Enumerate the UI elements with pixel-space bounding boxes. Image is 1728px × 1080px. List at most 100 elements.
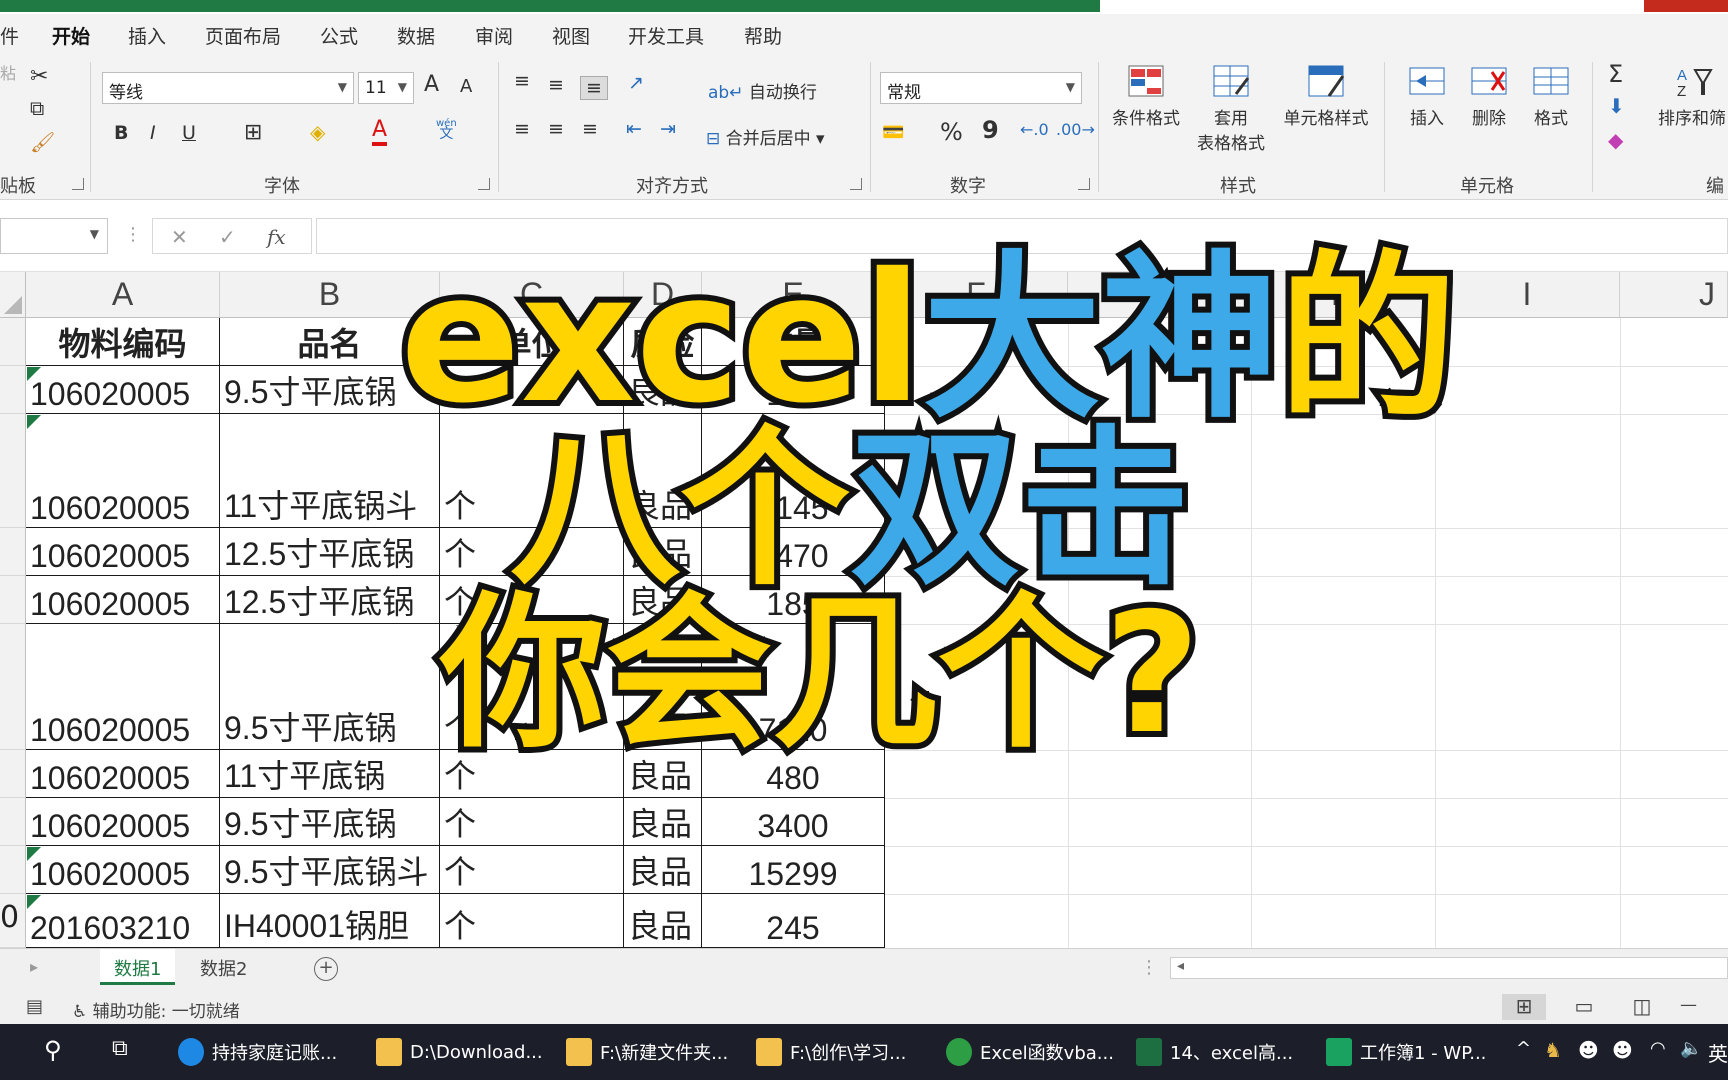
- table-cell[interactable]: 106020005: [26, 846, 220, 894]
- copy-icon[interactable]: ⧉: [30, 96, 44, 120]
- cut-icon[interactable]: ✂: [30, 64, 48, 89]
- row-header[interactable]: [0, 366, 26, 414]
- font-color-icon[interactable]: A: [372, 118, 388, 146]
- scroll-sheets-left-icon[interactable]: ▸: [30, 957, 38, 976]
- table-cell[interactable]: 201603210: [26, 894, 220, 948]
- table-cell[interactable]: 9.5寸平底锅: [220, 798, 440, 846]
- taskbar-item-excel-advanced[interactable]: 14、excel高...: [1136, 1032, 1293, 1072]
- alignment-launcher-icon[interactable]: [850, 178, 862, 190]
- table-cell[interactable]: 106020005: [26, 798, 220, 846]
- increase-decimal-icon[interactable]: ←.0: [1020, 120, 1049, 139]
- table-cell[interactable]: 245: [702, 894, 885, 948]
- cancel-icon[interactable]: ✕: [171, 225, 188, 249]
- clear-icon[interactable]: ◆: [1608, 128, 1623, 152]
- tab-home[interactable]: 开始: [52, 22, 91, 57]
- align-right-icon[interactable]: ≡: [582, 118, 598, 140]
- wifi-icon[interactable]: ◠: [1650, 1038, 1666, 1059]
- search-icon[interactable]: ⚲: [44, 1036, 62, 1064]
- autosum-icon[interactable]: Σ: [1608, 60, 1623, 88]
- table-cell[interactable]: 106020005: [26, 414, 220, 528]
- font-launcher-icon[interactable]: [478, 178, 490, 190]
- table-cell[interactable]: 良品: [624, 894, 702, 948]
- align-middle-icon[interactable]: ≡: [548, 74, 564, 96]
- row-header[interactable]: [0, 318, 26, 366]
- tab-file[interactable]: 件: [0, 22, 19, 49]
- row-header[interactable]: [0, 576, 26, 624]
- table-cell[interactable]: 9.5寸平底锅斗: [220, 846, 440, 894]
- volume-icon[interactable]: 🔈: [1680, 1038, 1702, 1059]
- taskbar-item-wps-workbook[interactable]: 工作簿1 - WP...: [1326, 1032, 1486, 1072]
- close-window-button[interactable]: [1644, 0, 1728, 12]
- zoom-out-button[interactable]: —: [1680, 995, 1697, 1015]
- increase-indent-icon[interactable]: ⇥: [660, 118, 676, 140]
- grow-font-button[interactable]: A: [424, 72, 439, 97]
- row-header[interactable]: [0, 414, 26, 528]
- tab-insert[interactable]: 插入: [128, 22, 166, 49]
- table-cell[interactable]: 良品: [624, 846, 702, 894]
- row-header[interactable]: [0, 846, 26, 894]
- table-cell[interactable]: 106020005: [26, 528, 220, 576]
- qq-icon[interactable]: ☻: [1612, 1038, 1633, 1062]
- header-cell-code[interactable]: 物料编码: [26, 318, 220, 366]
- taskbar-item-folder-download[interactable]: D:\Download...: [376, 1032, 543, 1072]
- decrease-decimal-icon[interactable]: .00→: [1056, 120, 1095, 139]
- name-box[interactable]: ▼: [0, 218, 108, 254]
- normal-view-icon[interactable]: ⊞: [1502, 994, 1546, 1020]
- scroll-left-icon[interactable]: ◂: [1177, 958, 1184, 974]
- row-header[interactable]: [0, 750, 26, 798]
- table-cell[interactable]: 个: [440, 894, 624, 948]
- task-view-icon[interactable]: ⧉: [112, 1036, 128, 1061]
- table-cell[interactable]: 9.5寸平底锅: [220, 624, 440, 750]
- comma-style-button[interactable]: 9: [982, 116, 999, 144]
- currency-icon[interactable]: 💳: [882, 122, 904, 143]
- table-cell[interactable]: 106020005: [26, 750, 220, 798]
- orientation-icon[interactable]: ↗: [628, 72, 644, 94]
- tab-developer[interactable]: 开发工具: [628, 22, 704, 49]
- font-size-select[interactable]: 11 ▼: [358, 72, 414, 104]
- page-break-view-icon[interactable]: ◫: [1620, 994, 1664, 1020]
- row-header[interactable]: [0, 528, 26, 576]
- table-cell[interactable]: 个: [440, 846, 624, 894]
- fill-down-icon[interactable]: ⬇: [1608, 94, 1625, 118]
- table-cell[interactable]: 12.5寸平底锅: [220, 528, 440, 576]
- format-cells-button[interactable]: 格式: [1516, 64, 1586, 129]
- input-method-indicator[interactable]: 英: [1708, 1038, 1728, 1067]
- column-header-a[interactable]: A: [26, 272, 220, 318]
- resize-handle-icon[interactable]: ⋮: [124, 224, 142, 245]
- cell-styles-button[interactable]: 单元格样式: [1278, 64, 1374, 129]
- sheet-tab-2[interactable]: 数据2: [186, 949, 261, 985]
- tab-help[interactable]: 帮助: [744, 22, 782, 49]
- align-center-icon[interactable]: ≡: [548, 118, 564, 140]
- italic-button[interactable]: I: [150, 122, 156, 144]
- borders-icon[interactable]: ⊞: [244, 120, 262, 145]
- taskbar-item-excel-vba[interactable]: Excel函数vba...: [946, 1032, 1114, 1072]
- show-hidden-icons-icon[interactable]: ^: [1516, 1038, 1531, 1059]
- row-header[interactable]: 0: [0, 894, 26, 948]
- number-launcher-icon[interactable]: [1078, 178, 1090, 190]
- align-left-icon[interactable]: ≡: [514, 118, 530, 140]
- tab-view[interactable]: 视图: [552, 22, 590, 49]
- font-name-select[interactable]: 等线 ▼: [102, 72, 354, 104]
- split-handle-icon[interactable]: ⋮: [1140, 957, 1158, 978]
- tab-formulas[interactable]: 公式: [320, 22, 358, 49]
- merge-center-button[interactable]: ⊟ 合并后居中 ▾: [706, 124, 825, 149]
- horizontal-scrollbar[interactable]: ◂: [1170, 957, 1728, 979]
- tray-app-icon[interactable]: ♞: [1544, 1038, 1562, 1062]
- shrink-font-button[interactable]: A: [460, 76, 472, 97]
- add-sheet-icon[interactable]: +: [314, 957, 338, 981]
- table-cell[interactable]: 11寸平底锅: [220, 750, 440, 798]
- underline-button[interactable]: U: [182, 122, 196, 144]
- table-cell[interactable]: 个: [440, 798, 624, 846]
- column-header-j[interactable]: J: [1620, 272, 1728, 318]
- row-header[interactable]: [0, 798, 26, 846]
- wrap-text-button[interactable]: ab↵ 自动换行: [708, 78, 817, 103]
- table-cell[interactable]: 3400: [702, 798, 885, 846]
- tab-page-layout[interactable]: 页面布局: [205, 22, 281, 49]
- row-header[interactable]: [0, 624, 26, 750]
- table-cell[interactable]: 15299: [702, 846, 885, 894]
- number-format-select[interactable]: 常规 ▼: [880, 72, 1082, 104]
- fill-color-icon[interactable]: ◈: [310, 120, 325, 144]
- align-top-icon[interactable]: ≡: [514, 70, 530, 92]
- percent-button[interactable]: %: [940, 118, 963, 146]
- table-cell[interactable]: IH40001锅胆: [220, 894, 440, 948]
